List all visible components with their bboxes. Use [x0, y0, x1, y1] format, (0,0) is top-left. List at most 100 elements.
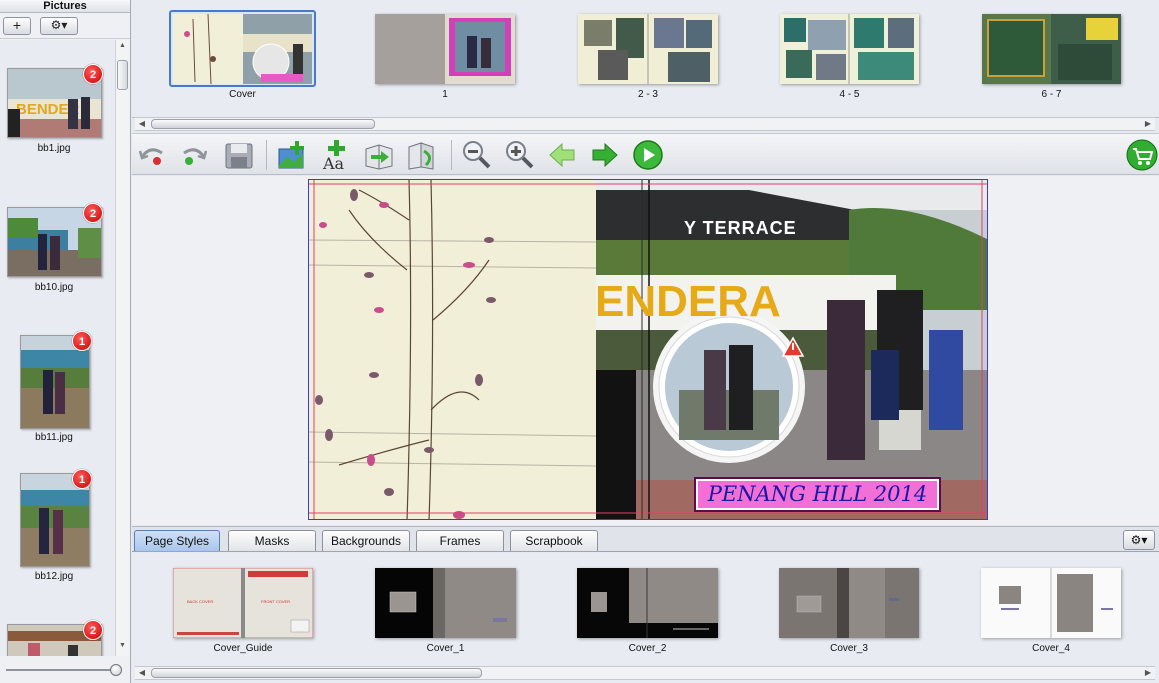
- page-1-thumbnail: [375, 14, 515, 84]
- scroll-right-arrow[interactable]: ▶: [1141, 667, 1155, 679]
- scrollbar-thumb[interactable]: [151, 119, 375, 129]
- add-picture-button[interactable]: [276, 139, 308, 171]
- styles-scrollbar[interactable]: ◀ ▶: [135, 666, 1155, 680]
- page-label: 1: [442, 89, 448, 100]
- tab-scrapbook[interactable]: Scrapbook: [510, 530, 598, 551]
- page-styles-strip: BACK COVER FRONT COVER Cover_Guide Cover…: [132, 553, 1159, 683]
- cover-1-thumbnail: [375, 568, 516, 638]
- order-cart-button[interactable]: [1126, 139, 1158, 171]
- scrollbar-thumb[interactable]: [117, 60, 128, 90]
- preview-play-button[interactable]: [632, 139, 664, 171]
- pages-6-7-thumbnail: [982, 14, 1121, 84]
- scroll-left-arrow[interactable]: ◀: [135, 118, 149, 130]
- scroll-down-arrow[interactable]: ▼: [117, 642, 128, 652]
- zoom-in-icon: [506, 141, 534, 169]
- tab-page-styles[interactable]: Page Styles: [134, 530, 220, 551]
- next-page-button[interactable]: [589, 139, 621, 171]
- save-icon: [225, 143, 253, 169]
- cover-2-thumbnail: [577, 568, 718, 638]
- insert-page-icon: [365, 144, 393, 170]
- cover-spread[interactable]: Y TERRACE ENDERA PENANG HILL 2014: [308, 179, 988, 520]
- cart-icon: [1126, 139, 1158, 171]
- zoom-in-button[interactable]: [503, 139, 535, 171]
- insert-page-button[interactable]: [363, 139, 395, 171]
- svg-text:Aa: Aa: [322, 154, 345, 171]
- page-strip-scrollbar[interactable]: ◀ ▶: [135, 117, 1155, 131]
- style-cover-1[interactable]: [375, 568, 516, 638]
- cover-caption-text: PENANG HILL 2014: [707, 482, 928, 506]
- style-cover-2[interactable]: [577, 568, 718, 638]
- zoom-out-button[interactable]: [460, 139, 492, 171]
- usage-count-badge: 1: [72, 331, 92, 351]
- save-button[interactable]: [223, 139, 255, 171]
- scroll-up-arrow[interactable]: ▲: [117, 42, 128, 52]
- usage-count-badge: 1: [72, 469, 92, 489]
- editor-canvas[interactable]: Y TERRACE ENDERA PENANG HILL 2014: [132, 176, 1159, 525]
- move-page-icon: [408, 142, 434, 170]
- page-thumb-4-5[interactable]: [780, 14, 919, 84]
- page-thumb-cover[interactable]: [173, 13, 312, 85]
- redo-icon: [183, 148, 208, 165]
- pages-4-5-thumbnail: [780, 14, 919, 84]
- library-gear-button[interactable]: ⚙▾: [1123, 530, 1155, 550]
- redo-button[interactable]: [178, 139, 210, 171]
- add-pictures-button[interactable]: +: [3, 17, 31, 35]
- undo-icon: [138, 148, 163, 165]
- cover-page-thumbnail: [173, 13, 312, 85]
- style-cover-4[interactable]: [981, 568, 1121, 638]
- usage-count-badge: 2: [83, 203, 103, 223]
- picture-name: bb12.jpg: [34, 571, 74, 582]
- toolbar-separator: [266, 140, 267, 170]
- style-label: Cover_Guide: [213, 643, 273, 654]
- picture-list-scrollbar[interactable]: ▲ ▼: [115, 40, 129, 656]
- page-label: 4 - 5: [839, 89, 860, 100]
- usage-count-badge: 2: [83, 620, 103, 640]
- style-label: Cover_3: [830, 643, 868, 654]
- previous-page-button[interactable]: [546, 139, 578, 171]
- style-cover-3[interactable]: [779, 568, 919, 638]
- slider-knob[interactable]: [110, 664, 122, 676]
- page-label: 2 - 3: [637, 89, 658, 100]
- style-cover-guide[interactable]: BACK COVER FRONT COVER: [173, 568, 313, 638]
- toolbar-separator: [451, 140, 452, 170]
- back-cover-label: BACK COVER: [187, 599, 214, 604]
- add-text-button[interactable]: Aa: [320, 139, 352, 173]
- thumbnail-size-slider[interactable]: [6, 664, 122, 676]
- sign-text-terrace: Y TERRACE: [684, 218, 797, 238]
- slider-track: [6, 669, 116, 671]
- cover-caption-box[interactable]: PENANG HILL 2014: [694, 477, 941, 512]
- add-picture-icon: [278, 141, 304, 169]
- picture-name: bb11.jpg: [35, 432, 73, 443]
- scroll-left-arrow[interactable]: ◀: [135, 667, 149, 679]
- scroll-right-arrow[interactable]: ▶: [1141, 118, 1155, 130]
- style-label: Cover_1: [426, 643, 465, 654]
- pictures-panel: Pictures + ⚙▾ BENDER 2 bb1.jpg 2 bb10.jp…: [0, 0, 131, 683]
- page-thumb-6-7[interactable]: [982, 14, 1121, 84]
- style-label: Cover_2: [628, 643, 667, 654]
- arrow-left-icon: [549, 142, 575, 168]
- page-strip: Cover 1 2 - 3 4 - 5 6 - 7 ◀ ▶: [132, 0, 1159, 131]
- undo-button[interactable]: [136, 139, 168, 171]
- library-tabs: Page Styles Masks Backgrounds Frames Scr…: [132, 526, 1159, 552]
- tab-frames[interactable]: Frames: [416, 530, 504, 551]
- page-thumb-1[interactable]: [375, 14, 515, 84]
- pictures-gear-button[interactable]: ⚙▾: [40, 17, 78, 35]
- move-page-button[interactable]: [406, 139, 438, 171]
- picture-name: bb10.jpg: [34, 282, 74, 293]
- scrollbar-thumb[interactable]: [151, 668, 482, 678]
- page-label: 6 - 7: [1041, 89, 1062, 100]
- zoom-out-icon: [463, 141, 491, 169]
- tab-backgrounds[interactable]: Backgrounds: [322, 530, 410, 551]
- cover-3-thumbnail: [779, 568, 919, 638]
- tab-masks[interactable]: Masks: [228, 530, 316, 551]
- page-label: Cover: [229, 89, 256, 100]
- pages-2-3-thumbnail: [578, 14, 718, 84]
- play-icon: [633, 140, 663, 170]
- style-label: Cover_4: [1032, 643, 1070, 654]
- picture-list[interactable]: BENDER 2 bb1.jpg 2 bb10.jpg 1 bb11.jpg 1…: [0, 40, 115, 656]
- front-cover-label: FRONT COVER: [261, 599, 291, 604]
- page-thumb-2-3[interactable]: [578, 14, 718, 84]
- cover-artwork: [309, 180, 987, 519]
- add-text-icon: Aa: [322, 140, 345, 173]
- editor-toolbar: Aa: [132, 133, 1159, 175]
